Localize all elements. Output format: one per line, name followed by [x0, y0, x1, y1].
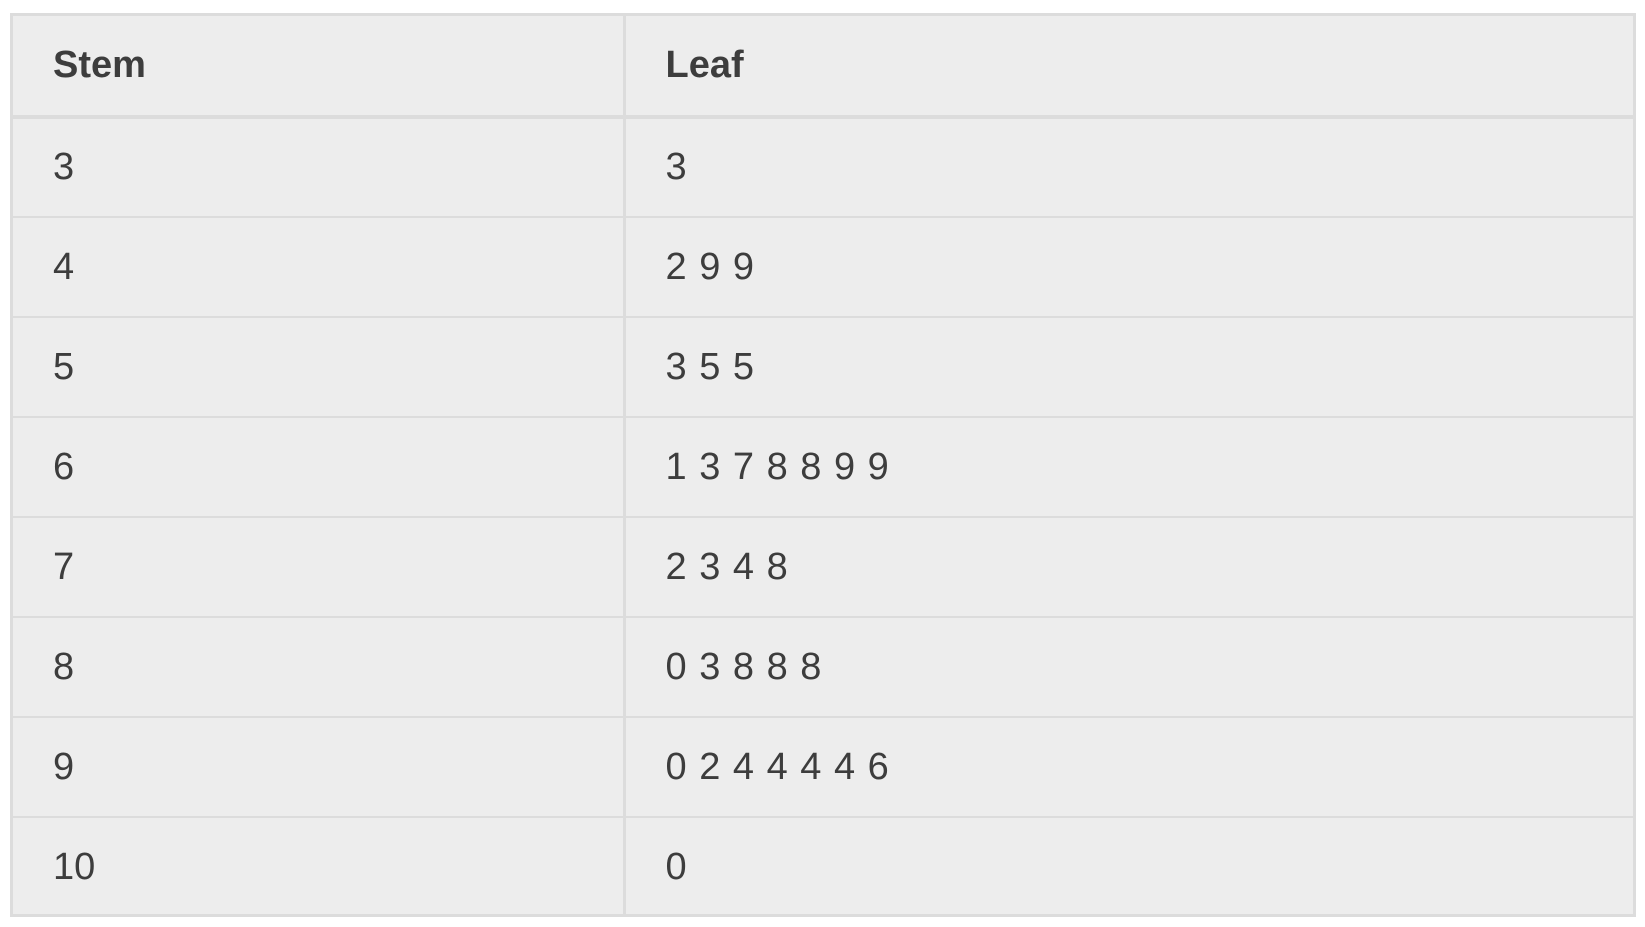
table-row: 9 0 2 4 4 4 4 6	[13, 717, 1633, 818]
leaf-cell: 3 5 5	[624, 317, 1633, 418]
leaf-cell: 2 9 9	[624, 217, 1633, 318]
stem-cell: 6	[13, 417, 626, 518]
table-row: 5 3 5 5	[13, 317, 1633, 418]
leaf-cell: 0	[665, 846, 688, 888]
stem-cell: 5	[13, 317, 626, 418]
table-row: 10 0	[13, 817, 1633, 917]
column-header-leaf: Leaf	[624, 16, 1633, 119]
leaf-cell: 1 3 7 8 8 9 9	[624, 417, 1633, 518]
stem-cell: 4	[13, 217, 626, 318]
table-row: 8 0 3 8 8 8	[13, 617, 1633, 718]
table-header: Stem Leaf	[13, 16, 1633, 119]
leaf-cell: 3	[624, 117, 1633, 218]
stem-cell: 8	[13, 617, 626, 718]
table-row: 4 2 9 9	[13, 217, 1633, 318]
stem-and-leaf-table-container: Stem Leaf 3 3 4 2 9 9 5 3 5 5 6 1 3 7 8 …	[10, 13, 1636, 917]
leaf-cell: 0 2 4 4 4 4 6	[624, 717, 1633, 818]
leaf-cell: 2 3 4 8	[624, 517, 1633, 618]
stem-cell: 7	[13, 517, 626, 618]
stem-cell: 9	[13, 717, 626, 818]
table-body: 3 3 4 2 9 9 5 3 5 5 6 1 3 7 8 8 9 9 7 2 …	[13, 117, 1633, 917]
header-row: Stem Leaf	[13, 16, 1633, 119]
column-header-stem: Stem	[13, 16, 626, 119]
stem-cell: 10	[13, 817, 626, 917]
stem-and-leaf-table: Stem Leaf 3 3 4 2 9 9 5 3 5 5 6 1 3 7 8 …	[13, 16, 1633, 917]
table-row: 6 1 3 7 8 8 9 9	[13, 417, 1633, 518]
table-row: 3 3	[13, 117, 1633, 218]
leaf-cell: 0 3 8 8 8	[624, 617, 1633, 718]
stem-cell: 3	[13, 117, 626, 218]
table-row: 7 2 3 4 8	[13, 517, 1633, 618]
